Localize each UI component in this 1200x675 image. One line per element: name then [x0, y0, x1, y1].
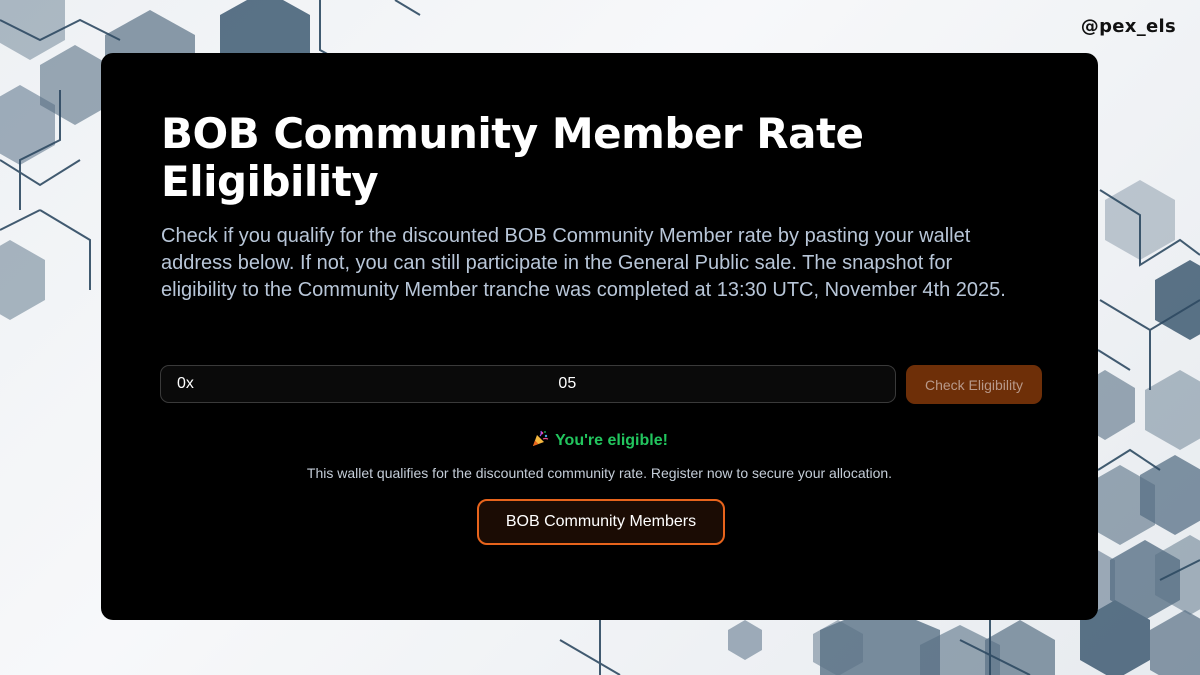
- eligibility-message: This wallet qualifies for the discounted…: [306, 465, 893, 481]
- eligibility-card: BOB Community Member Rate Eligibility Ch…: [101, 53, 1098, 620]
- watermark-handle: @pex_els: [1080, 16, 1176, 37]
- page-title: BOB Community Member Rate Eligibility: [161, 109, 864, 206]
- community-members-button[interactable]: BOB Community Members: [477, 499, 725, 545]
- eligibility-status: You're eligible!: [101, 430, 1098, 450]
- page-description: Check if you qualify for the discounted …: [161, 225, 1006, 301]
- check-eligibility-button[interactable]: Check Eligibility: [906, 365, 1042, 404]
- eligibility-status-text: You're eligible!: [555, 432, 668, 449]
- party-popper-icon: [533, 430, 549, 446]
- wallet-address-input[interactable]: [160, 365, 896, 403]
